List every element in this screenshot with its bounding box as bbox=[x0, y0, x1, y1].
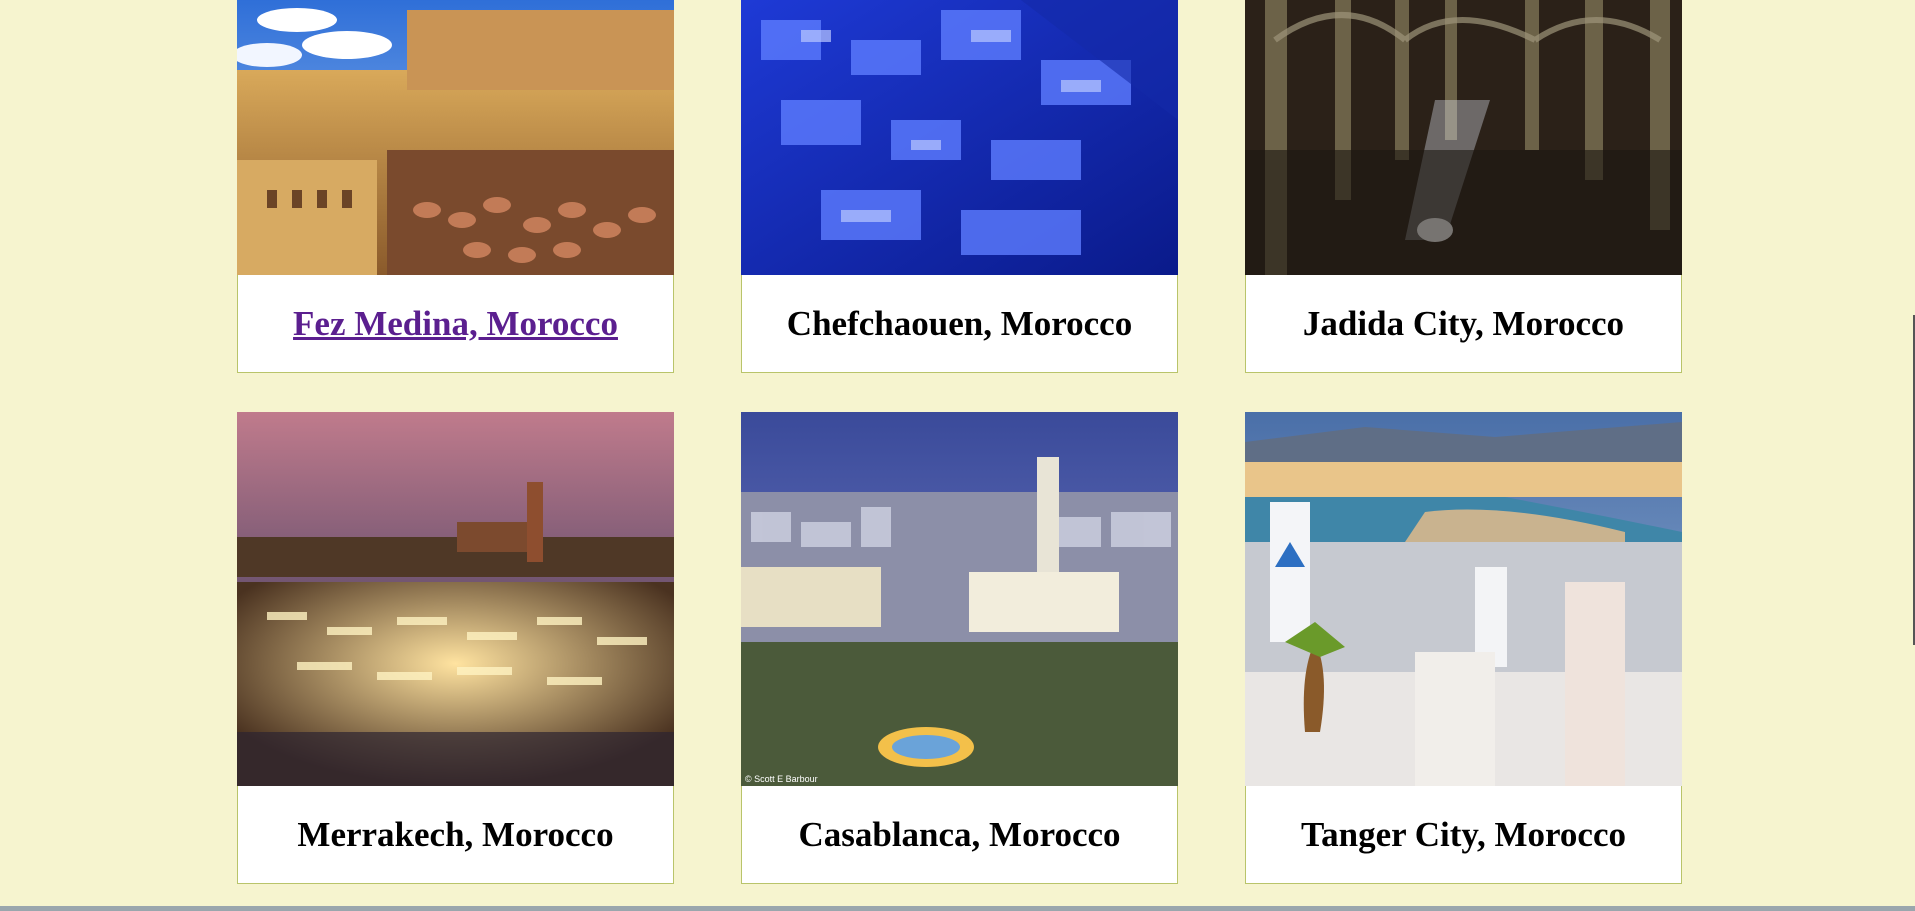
destination-caption: Merrakech, Morocco bbox=[237, 786, 674, 884]
fez-medina-photo[interactable] bbox=[237, 0, 674, 275]
destination-title[interactable]: Tanger City, Morocco bbox=[1301, 815, 1626, 855]
destination-title[interactable]: Chefchaouen, Morocco bbox=[787, 304, 1132, 344]
destination-card-casablanca: © Scott E Barbour Casablanca, Morocco bbox=[741, 412, 1178, 884]
photo-credit: © Scott E Barbour bbox=[745, 774, 818, 784]
destination-card-tanger: Tanger City, Morocco bbox=[1245, 412, 1682, 884]
destination-caption: Fez Medina, Morocco bbox=[237, 275, 674, 373]
destination-card-chefchaouen: Chefchaouen, Morocco bbox=[741, 0, 1178, 373]
chefchaouen-photo[interactable] bbox=[741, 0, 1178, 275]
jadida-cistern-photo[interactable] bbox=[1245, 0, 1682, 275]
destination-caption: Tanger City, Morocco bbox=[1245, 786, 1682, 884]
destination-card-jadida: Jadida City, Morocco bbox=[1245, 0, 1682, 373]
destination-card-fez: Fez Medina, Morocco bbox=[237, 0, 674, 373]
tanger-photo[interactable] bbox=[1245, 412, 1682, 786]
destination-card-merrakech: Merrakech, Morocco bbox=[237, 412, 674, 884]
casablanca-photo[interactable]: © Scott E Barbour bbox=[741, 412, 1178, 786]
gallery-page: Fez Medina, Morocco Chefchaouen, Morocco… bbox=[0, 0, 1915, 911]
destination-caption: Chefchaouen, Morocco bbox=[741, 275, 1178, 373]
destination-title[interactable]: Merrakech, Morocco bbox=[297, 815, 613, 855]
footer-bar bbox=[0, 906, 1915, 911]
destination-link[interactable]: Fez Medina, Morocco bbox=[293, 304, 618, 344]
destination-title[interactable]: Casablanca, Morocco bbox=[798, 815, 1120, 855]
marrakech-square-photo[interactable] bbox=[237, 412, 674, 786]
destination-title[interactable]: Jadida City, Morocco bbox=[1303, 304, 1624, 344]
destination-caption: Jadida City, Morocco bbox=[1245, 275, 1682, 373]
destination-caption: Casablanca, Morocco bbox=[741, 786, 1178, 884]
